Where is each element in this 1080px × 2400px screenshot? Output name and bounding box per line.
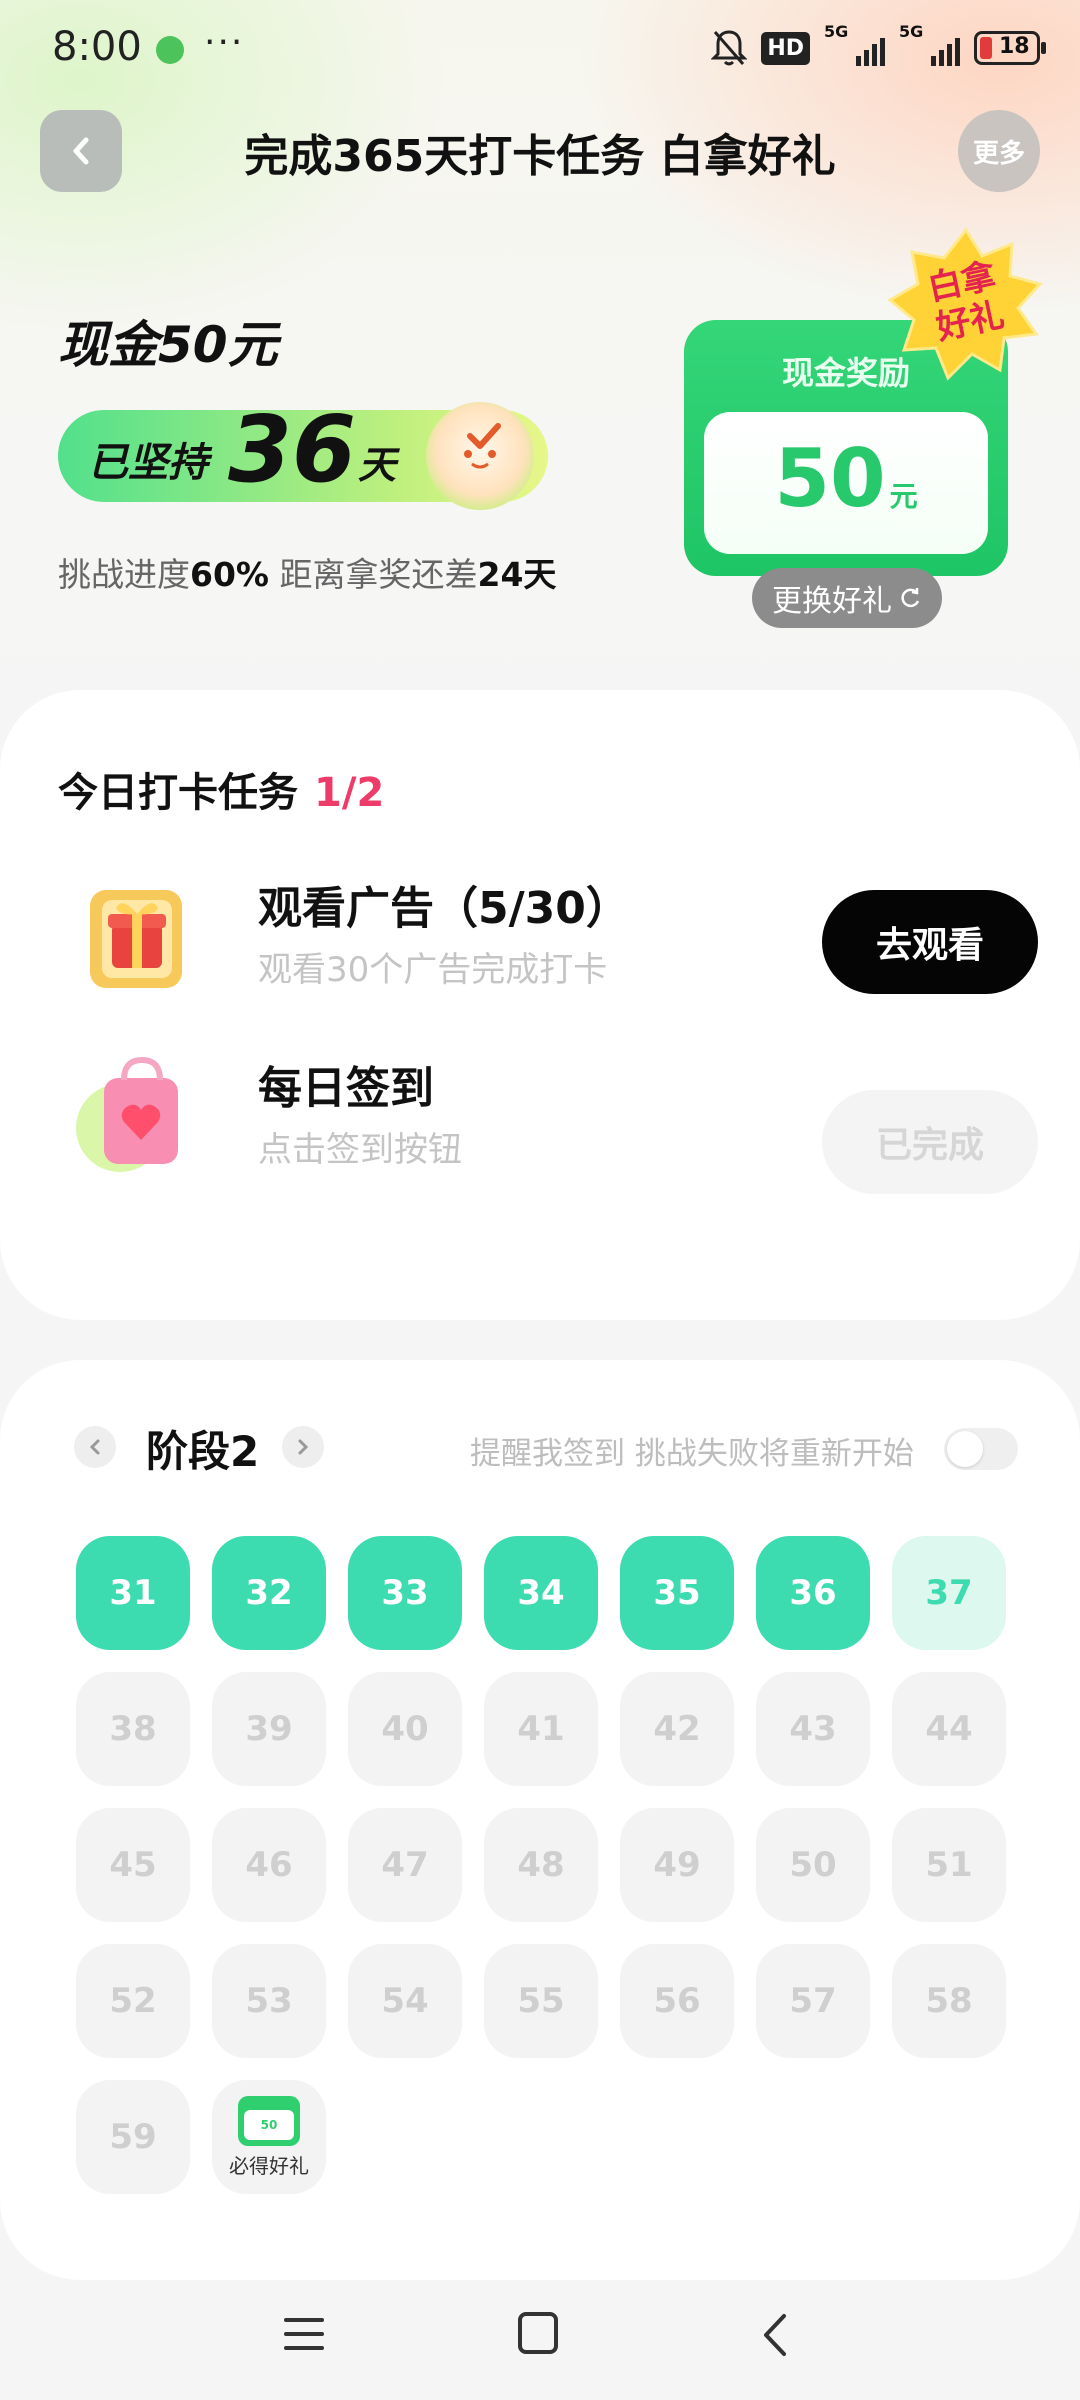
swap-gift-button[interactable]: 更换好礼 bbox=[752, 568, 942, 628]
remind-toggle[interactable] bbox=[944, 1428, 1018, 1470]
stage-card: 阶段2 提醒我签到 挑战失败将重新开始 31 32 33 34 35 36 37 38 39 40… bbox=[0, 1360, 1080, 2280]
reward-amount: 50 bbox=[774, 432, 886, 525]
day-cell-52[interactable]: 52 bbox=[76, 1944, 190, 2058]
battery-icon: 18 bbox=[974, 31, 1046, 65]
task-desc: 点击签到按钮 bbox=[258, 1130, 462, 1170]
gift-box-icon bbox=[90, 890, 182, 988]
swap-gift-label: 更换好礼 bbox=[772, 584, 892, 619]
stage-prev-button[interactable] bbox=[74, 1426, 116, 1468]
tasks-heading: 今日打卡任务 1/2 bbox=[58, 770, 385, 816]
day-cell-59[interactable]: 59 bbox=[76, 2080, 190, 2194]
bell-muted-icon bbox=[711, 30, 748, 66]
wechat-icon bbox=[156, 36, 184, 64]
mascot-icon bbox=[426, 402, 534, 510]
day-cell-50[interactable]: 50 bbox=[756, 1808, 870, 1922]
day-cell-56[interactable]: 56 bbox=[620, 1944, 734, 2058]
day-cell-53[interactable]: 53 bbox=[212, 1944, 326, 2058]
day-cell-32[interactable]: 32 bbox=[212, 1536, 326, 1650]
day-cell-31[interactable]: 31 bbox=[76, 1536, 190, 1650]
day-cell-35[interactable]: 35 bbox=[620, 1536, 734, 1650]
status-more-icon: ··· bbox=[204, 22, 245, 63]
day-cell-45[interactable]: 45 bbox=[76, 1808, 190, 1922]
task-row-daily-checkin: 每日签到 点击签到按钮 已完成 bbox=[0, 1030, 1080, 1194]
prize-name: 现金50元 bbox=[58, 316, 278, 374]
day-cell-33[interactable]: 33 bbox=[348, 1536, 462, 1650]
task-name: 观看广告（5/30） bbox=[258, 883, 630, 934]
prize-day-cell[interactable]: 50 必得好礼 bbox=[212, 2080, 326, 2194]
day-cell-58[interactable]: 58 bbox=[892, 1944, 1006, 2058]
streak-pill: 已坚持 36 天 bbox=[58, 396, 548, 510]
day-cell-54[interactable]: 54 bbox=[348, 1944, 462, 2058]
chevron-right-icon bbox=[298, 1439, 309, 1455]
day-cell-51[interactable]: 51 bbox=[892, 1808, 1006, 1922]
challenge-progress: 挑战进度60% 距离拿奖还差24天 bbox=[58, 555, 557, 594]
day-grid: 31 32 33 34 35 36 37 38 39 40 41 42 43 44 45 46 47 48 49 50… bbox=[76, 1536, 1006, 2194]
day-cell-44[interactable]: 44 bbox=[892, 1672, 1006, 1786]
cash-ticket-icon: 50 bbox=[238, 2095, 300, 2146]
chevron-left-icon bbox=[89, 1439, 100, 1455]
tasks-count: 1/2 bbox=[314, 770, 385, 816]
streak-prefix: 已坚持 bbox=[88, 440, 208, 486]
hd-badge: HD bbox=[761, 31, 810, 65]
streak-unit: 天 bbox=[358, 443, 397, 487]
day-cell-47[interactable]: 47 bbox=[348, 1808, 462, 1922]
task-desc: 观看30个广告完成打卡 bbox=[258, 950, 608, 990]
status-bar: 8:00 ··· HD 5G 5G 18 bbox=[0, 0, 1080, 100]
watch-ads-button[interactable]: 去观看 bbox=[822, 890, 1038, 994]
day-cell-43[interactable]: 43 bbox=[756, 1672, 870, 1786]
prize-day-label: 必得好礼 bbox=[229, 2153, 309, 2178]
day-cell-34[interactable]: 34 bbox=[484, 1536, 598, 1650]
system-nav-bar bbox=[0, 2270, 1080, 2400]
daily-tasks-card: 今日打卡任务 1/2 观看广告（5/30） 观看30个广告完成打卡 去观看 每日签… bbox=[0, 690, 1080, 1320]
day-cell-46[interactable]: 46 bbox=[212, 1808, 326, 1922]
day-cell-38[interactable]: 38 bbox=[76, 1672, 190, 1786]
day-cell-42[interactable]: 42 bbox=[620, 1672, 734, 1786]
status-time: 8:00 bbox=[52, 24, 142, 70]
remind-text: 提醒我签到 挑战失败将重新开始 bbox=[470, 1436, 914, 1472]
signal-icon: 5G bbox=[899, 22, 960, 66]
signal-icon: 5G bbox=[824, 22, 885, 66]
checkin-done-button[interactable]: 已完成 bbox=[822, 1090, 1038, 1194]
reward-amount-box: 50 元 bbox=[704, 412, 988, 554]
home-icon[interactable] bbox=[518, 2312, 558, 2354]
day-cell-48[interactable]: 48 bbox=[484, 1808, 598, 1922]
day-cell-40[interactable]: 40 bbox=[348, 1672, 462, 1786]
menu-icon[interactable] bbox=[282, 2314, 326, 2354]
day-cell-55[interactable]: 55 bbox=[484, 1944, 598, 2058]
back-icon[interactable] bbox=[756, 2310, 796, 2360]
refresh-icon bbox=[901, 588, 920, 608]
task-name: 每日签到 bbox=[258, 1063, 434, 1114]
stage-label: 阶段2 bbox=[146, 1427, 260, 1476]
task-row-watch-ads: 观看广告（5/30） 观看30个广告完成打卡 去观看 bbox=[0, 850, 1080, 1010]
more-button[interactable]: 更多 bbox=[958, 110, 1040, 192]
day-cell-39[interactable]: 39 bbox=[212, 1672, 326, 1786]
streak-days: 36 bbox=[228, 396, 357, 503]
day-cell-57[interactable]: 57 bbox=[756, 1944, 870, 2058]
day-cell-36[interactable]: 36 bbox=[756, 1536, 870, 1650]
day-cell-49[interactable]: 49 bbox=[620, 1808, 734, 1922]
heart-bag-icon bbox=[76, 1056, 178, 1172]
stage-next-button[interactable] bbox=[282, 1426, 324, 1468]
status-icons: HD 5G 5G 18 bbox=[711, 22, 1046, 68]
day-cell-37[interactable]: 37 bbox=[892, 1536, 1006, 1650]
day-cell-41[interactable]: 41 bbox=[484, 1672, 598, 1786]
page-title: 完成365天打卡任务 白拿好礼 bbox=[244, 131, 836, 182]
reward-unit: 元 bbox=[889, 480, 918, 513]
